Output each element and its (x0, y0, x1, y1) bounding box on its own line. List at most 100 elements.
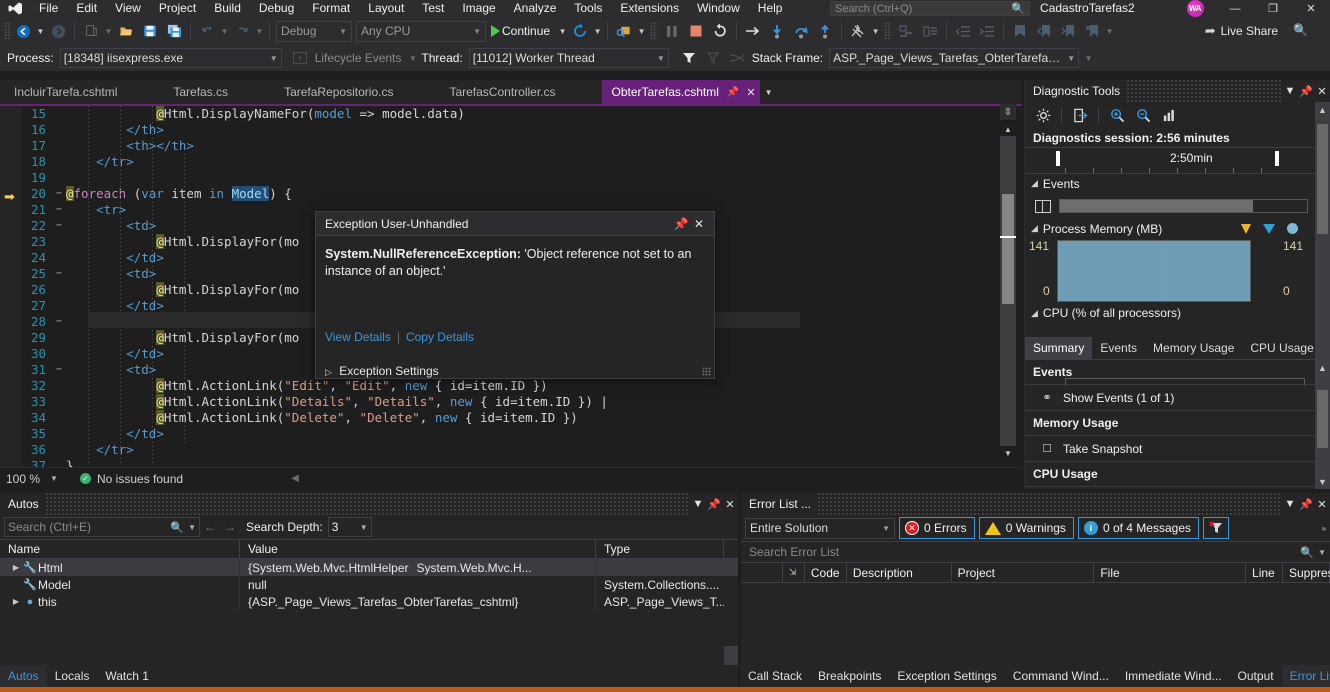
zoom-out-icon[interactable] (1131, 104, 1155, 126)
pin-icon[interactable]: 📌 (1298, 498, 1314, 511)
expand-triangle-icon[interactable]: ▶ (10, 597, 22, 606)
fold-toggle-icon[interactable] (52, 330, 66, 346)
zoom-level-combo[interactable]: 100 % ▼ (0, 472, 64, 486)
summary-item-show-events[interactable]: ⚭ Show Events (1 of 1) (1025, 385, 1316, 411)
warnings-toggle[interactable]: 0 Warnings (978, 517, 1074, 539)
close-icon[interactable]: ✕ (722, 498, 738, 511)
tab-events[interactable]: Events (1092, 337, 1145, 359)
menu-extensions[interactable]: Extensions (611, 0, 688, 17)
column-header-name[interactable]: Name (0, 540, 240, 558)
menu-debug[interactable]: Debug (250, 0, 303, 17)
bottom-tab-command-window[interactable]: Command Wind... (1005, 665, 1117, 687)
redo-icon[interactable] (230, 19, 254, 43)
search-prev-icon[interactable]: ← (200, 520, 220, 534)
increase-indent-icon[interactable] (975, 19, 999, 43)
attach-dropdown-icon[interactable]: ▼ (636, 19, 647, 43)
summary-vertical-scrollbar[interactable]: ▲ ▼ (1315, 360, 1330, 489)
pin-icon[interactable]: 📌 (706, 498, 722, 511)
column-header-sort-icon[interactable]: ⇲ (783, 563, 805, 582)
tab-tarefascontroller-cs[interactable]: TarefasController.cs (439, 80, 565, 104)
bottom-tab-breakpoints[interactable]: Breakpoints (810, 665, 889, 687)
code-line[interactable]: 32 @Html.ActionLink("Edit", "Edit", new … (22, 378, 1000, 394)
fold-toggle-icon[interactable] (52, 298, 66, 314)
clear-filter-icon[interactable] (1203, 517, 1229, 539)
tab-memory-usage[interactable]: Memory Usage (1145, 337, 1242, 359)
events-section-header[interactable]: ◢ Events (1025, 174, 1330, 193)
menu-test[interactable]: Test (413, 0, 453, 17)
summary-item-take-snapshot[interactable]: ☐ Take Snapshot (1025, 436, 1316, 462)
toolbar-grip[interactable] (4, 22, 11, 40)
parallel-threads-icon[interactable] (725, 46, 749, 70)
flag-icon[interactable] (701, 46, 725, 70)
chevron-down-icon[interactable]: ▼ (1282, 85, 1298, 97)
breakpoint-gutter[interactable] (0, 106, 22, 467)
column-header-project[interactable]: Project (952, 563, 1095, 582)
fold-toggle-icon[interactable] (52, 426, 66, 442)
close-icon[interactable]: ✕ (1314, 498, 1330, 511)
process-memory-section-header[interactable]: ◢ Process Memory (MB) (1025, 219, 1330, 238)
chevron-down-icon[interactable]: ▼ (188, 523, 196, 532)
restore-button[interactable]: ❐ (1254, 0, 1292, 17)
bottom-tab-autos[interactable]: Autos (0, 665, 47, 687)
restart-dropdown-icon[interactable]: ▼ (592, 19, 603, 43)
fold-toggle-icon[interactable] (52, 282, 66, 298)
error-scope-combo[interactable]: Entire Solution ▼ (745, 517, 895, 539)
clear-bookmarks-icon[interactable] (1080, 19, 1104, 43)
step-into-icon[interactable] (765, 19, 789, 43)
fold-toggle-icon[interactable]: − (52, 362, 66, 378)
column-header-file[interactable]: File (1094, 563, 1247, 582)
step-over-icon[interactable] (789, 19, 813, 43)
account-avatar-wrap[interactable]: WA (1178, 0, 1212, 17)
navigate-back-icon[interactable] (11, 19, 35, 43)
table-row[interactable]: ▶ ● this {ASP._Page_Views_Tarefas_ObterTare… (0, 593, 738, 610)
tab-cpu-usage[interactable]: CPU Usage (1242, 337, 1321, 359)
fold-toggle-icon[interactable] (52, 154, 66, 170)
bottom-tab-output[interactable]: Output (1230, 665, 1282, 687)
continue-dropdown-icon[interactable]: ▼ (557, 19, 568, 43)
close-icon[interactable]: ✕ (746, 86, 755, 99)
editor-scroll-up-icon[interactable]: ▲ (1000, 122, 1016, 136)
tab-tarefarepositorio-cs[interactable]: TarefaRepositorio.cs (274, 80, 403, 104)
tab-obtertarefas-cshtml[interactable]: ObterTarefas.cshtml 📌 ✕ (601, 80, 760, 104)
menu-edit[interactable]: Edit (67, 0, 106, 17)
column-header-value[interactable]: Value (240, 540, 596, 558)
code-line[interactable]: 34 @Html.ActionLink("Delete", "Delete", … (22, 410, 1000, 426)
column-header-suppress[interactable]: Suppress (1283, 563, 1330, 582)
fold-toggle-icon[interactable] (52, 106, 66, 122)
bookmark-overflow-icon[interactable]: ▼ (1104, 19, 1115, 43)
search-input[interactable]: Search (Ctrl+E) 🔍 ▼ (4, 517, 200, 537)
lifecycle-dropdown-icon[interactable]: ▼ (407, 46, 418, 70)
filter-icon[interactable] (677, 46, 701, 70)
debugbar-overflow-icon[interactable]: ▼ (1083, 46, 1094, 70)
previous-bookmark-icon[interactable] (1032, 19, 1056, 43)
restart-debug-icon[interactable] (708, 19, 732, 43)
column-header-type[interactable]: Type (596, 540, 724, 558)
scrollbar-thumb[interactable] (1317, 390, 1328, 448)
comment-icon[interactable] (894, 19, 918, 43)
menu-view[interactable]: View (106, 0, 150, 17)
new-item-icon[interactable] (79, 19, 103, 43)
fold-toggle-icon[interactable] (52, 234, 66, 250)
save-all-icon[interactable] (162, 19, 186, 43)
process-combo[interactable]: [18348] iisexpress.exe ▼ (59, 48, 282, 68)
menu-image[interactable]: Image (453, 0, 504, 17)
fold-toggle-icon[interactable]: − (52, 266, 66, 282)
bottom-tab-error-list[interactable]: Error List ... (1281, 665, 1330, 687)
split-view-icon[interactable]: ⇳ (1000, 104, 1016, 120)
scroll-up-icon[interactable]: ▲ (1315, 360, 1330, 375)
scrollbar-thumb[interactable] (1002, 194, 1014, 304)
column-header-code[interactable]: Code (805, 563, 847, 582)
new-item-dropdown-icon[interactable]: ▼ (103, 19, 114, 43)
scrollbar-thumb[interactable] (1317, 124, 1328, 234)
diagnostics-timeline-ruler[interactable]: 2:50min (1025, 148, 1330, 174)
navigate-back-dropdown-icon[interactable]: ▼ (35, 19, 46, 43)
stop-debugging-icon[interactable] (684, 19, 708, 43)
fold-toggle-icon[interactable] (52, 122, 66, 138)
select-chart-icon[interactable] (1157, 104, 1181, 126)
toolbar-overflow-icon[interactable]: » (1322, 524, 1326, 533)
issues-prev-icon[interactable]: ◀ (291, 473, 299, 484)
pin-icon[interactable]: 📌 (672, 217, 690, 231)
menu-window[interactable]: Window (688, 0, 749, 17)
code-line[interactable]: 20−@foreach (var item in Model) { (22, 186, 1000, 202)
fold-toggle-icon[interactable]: − (52, 314, 66, 330)
